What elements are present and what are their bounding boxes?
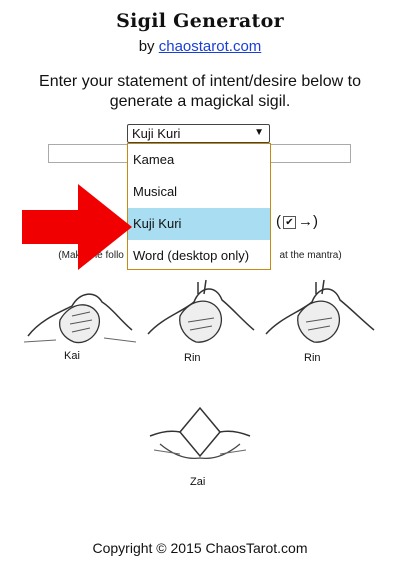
- chevron-down-icon: ▼: [254, 127, 264, 138]
- mode-dropdown-list: Kamea Musical Kuji Kuri Word (desktop on…: [127, 143, 271, 270]
- note-right: at the mantra): [279, 250, 342, 261]
- options-row: (✔ →): [276, 213, 318, 230]
- checkbox[interactable]: ✔: [283, 215, 296, 229]
- mode-option-musical[interactable]: Musical: [128, 176, 270, 208]
- mudra-label: Rin: [304, 352, 321, 364]
- byline-prefix: by: [138, 38, 155, 55]
- mudra-rin-image: Rin: [140, 272, 260, 380]
- mode-option-kuji-kuri[interactable]: Kuji Kuri: [128, 208, 270, 240]
- instructions-text: Enter your statement of intent/desire be…: [39, 73, 361, 110]
- mudra-label: Zai: [190, 476, 206, 488]
- mudra-rin-image: Rin: [260, 272, 380, 380]
- arrow-label: →): [298, 213, 318, 230]
- footer-copyright: Copyright © 2015 ChaosTarot.com: [92, 540, 308, 556]
- mudra-zai-image: Zai: [140, 392, 260, 500]
- red-arrow-icon: [22, 184, 132, 270]
- mode-select-value: Kuji Kuri: [132, 126, 181, 141]
- mudra-kai-image: Kai: [20, 272, 140, 380]
- mode-option-word[interactable]: Word (desktop only): [128, 240, 270, 272]
- mode-option-kamea[interactable]: Kamea: [128, 144, 270, 176]
- page-title: Sigil Generator: [116, 10, 284, 32]
- mudra-label: Rin: [184, 352, 201, 364]
- mode-select[interactable]: Kuji Kuri ▼: [127, 124, 270, 143]
- mudra-label: Kai: [64, 350, 80, 362]
- byline: by chaostarot.com: [0, 38, 400, 55]
- chaostarot-link[interactable]: chaostarot.com: [159, 38, 262, 55]
